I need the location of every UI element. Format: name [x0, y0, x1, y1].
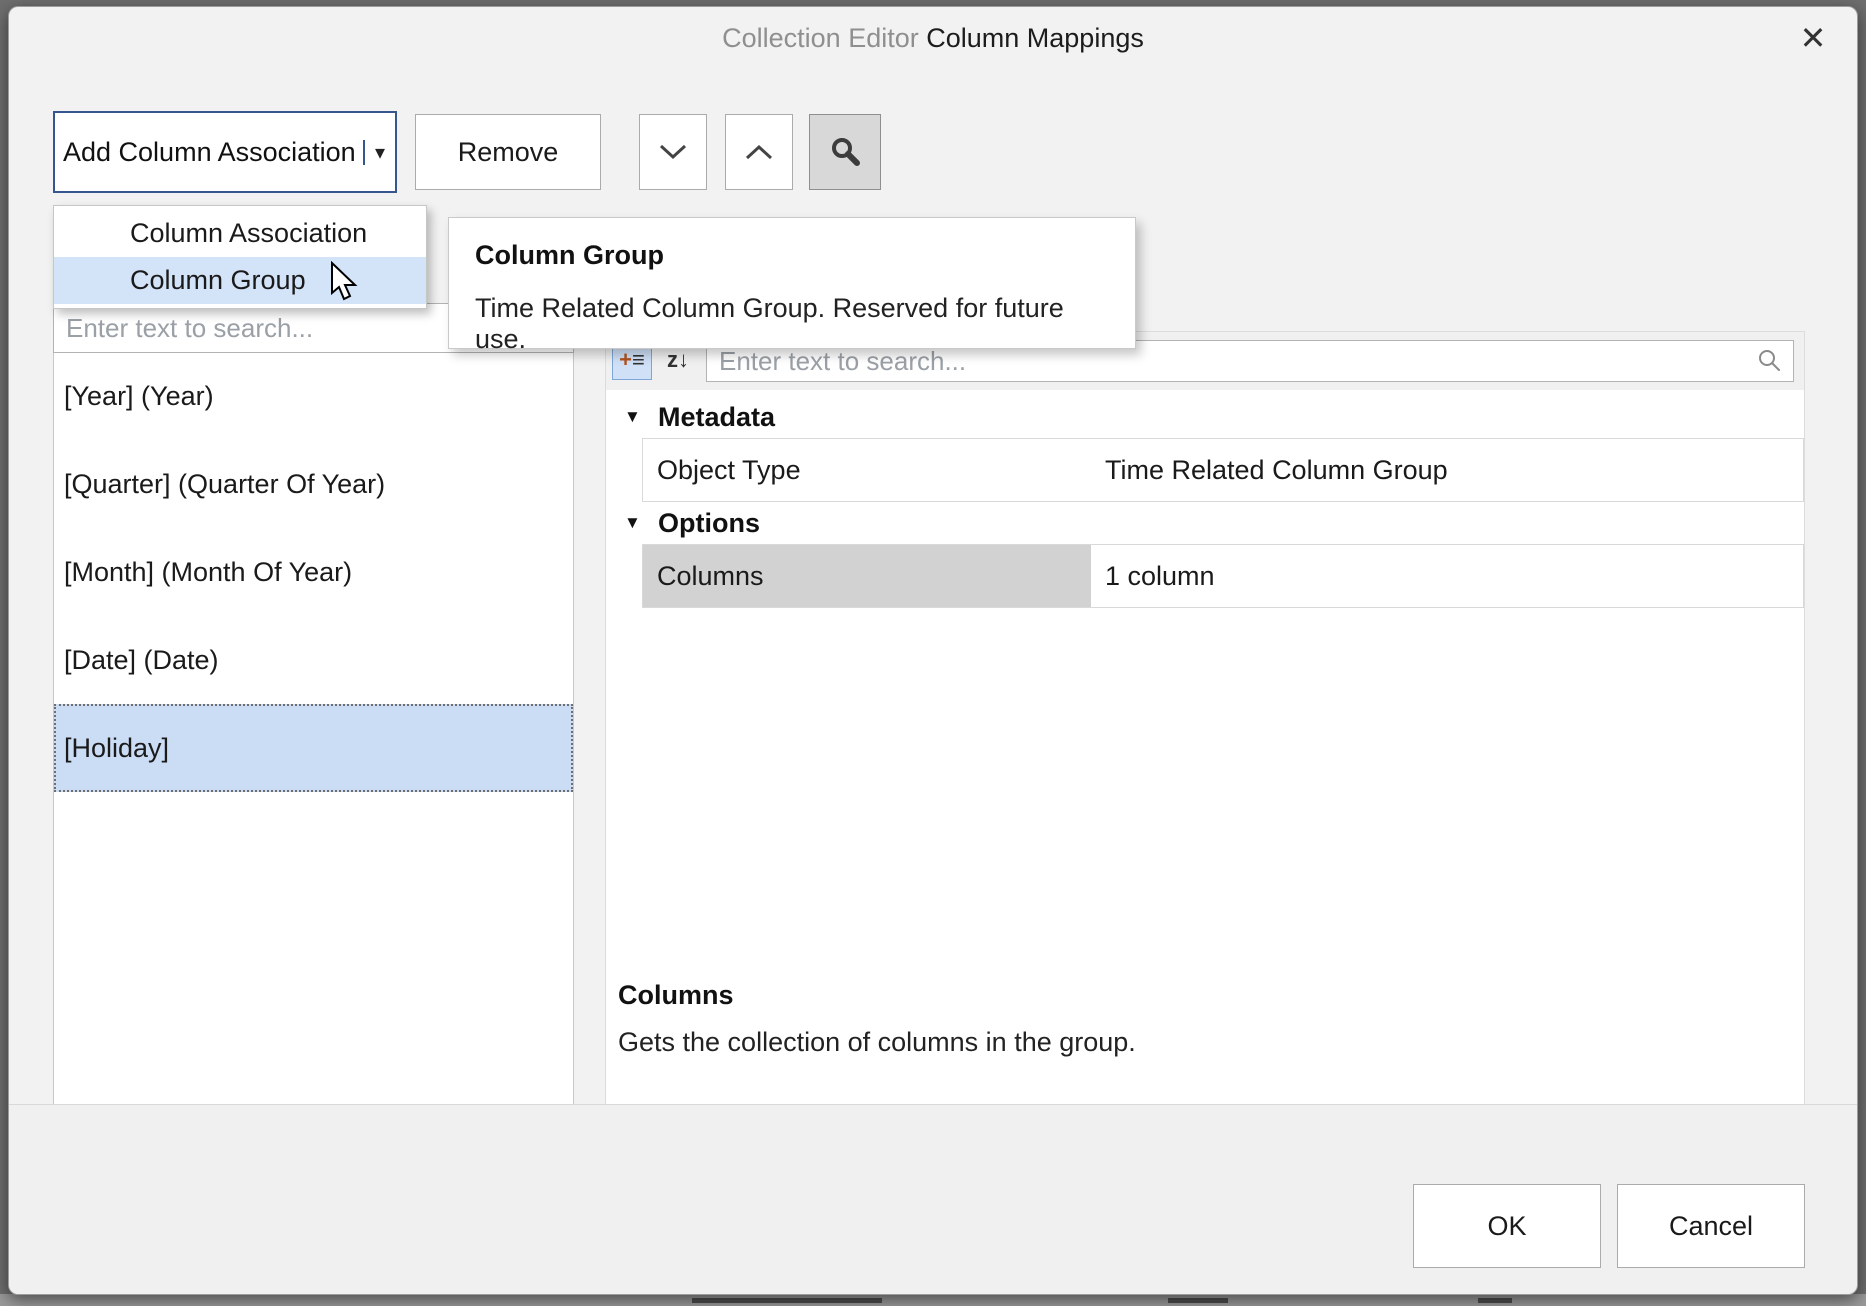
chevron-down-icon	[658, 143, 688, 161]
toggle-search-button[interactable]	[809, 114, 881, 190]
property-name-columns[interactable]: Columns	[642, 544, 1092, 608]
column-mappings-list: [Year] (Year) [Quarter] (Quarter Of Year…	[53, 351, 574, 1106]
property-value-columns[interactable]: 1 column	[1091, 544, 1804, 608]
column-group-tooltip: Column Group Time Related Column Group. …	[448, 217, 1136, 349]
category-options-label: Options	[658, 508, 760, 539]
category-metadata-label: Metadata	[658, 402, 775, 433]
cancel-button[interactable]: Cancel	[1617, 1184, 1805, 1268]
ok-label: OK	[1487, 1211, 1526, 1242]
list-item-month[interactable]: [Month] (Month Of Year)	[54, 528, 573, 616]
dialog-title-main: Column Mappings	[926, 23, 1144, 53]
collapse-triangle-icon[interactable]: ▼	[624, 513, 644, 533]
property-grid: +≡ z↓ ▼ Metadata Object Type Time Relate…	[605, 331, 1805, 1106]
property-row-object-type[interactable]: Object Type Time Related Column Group	[606, 438, 1804, 502]
property-description: Columns Gets the collection of columns i…	[618, 980, 1136, 1058]
menu-item-column-association[interactable]: Column Association	[54, 210, 426, 257]
background-artifact	[692, 1298, 882, 1303]
background-artifact	[1168, 1298, 1228, 1303]
add-column-association-button[interactable]: Add Column Association ▾	[53, 111, 397, 193]
search-icon	[828, 135, 862, 169]
caret-down-icon: ▾	[375, 140, 385, 165]
chevron-up-icon	[744, 143, 774, 161]
list-item-quarter[interactable]: [Quarter] (Quarter Of Year)	[54, 440, 573, 528]
screen: Collection Editor Column Mappings ✕ Add …	[0, 0, 1866, 1306]
category-metadata[interactable]: ▼ Metadata	[606, 396, 1804, 438]
close-button[interactable]: ✕	[1785, 13, 1841, 63]
mouse-cursor-icon	[329, 261, 363, 310]
background-app-strip	[0, 1294, 1866, 1306]
property-name-object-type[interactable]: Object Type	[642, 438, 1092, 502]
property-value-object-type[interactable]: Time Related Column Group	[1091, 438, 1804, 502]
move-down-button[interactable]	[639, 114, 707, 190]
ok-button[interactable]: OK	[1413, 1184, 1601, 1268]
collapse-triangle-icon[interactable]: ▼	[624, 407, 644, 427]
menu-item-column-group[interactable]: Column Group	[54, 257, 426, 304]
background-artifact	[1478, 1298, 1512, 1303]
close-icon: ✕	[1800, 19, 1827, 57]
tooltip-title: Column Group	[475, 240, 1109, 271]
list-item-date[interactable]: [Date] (Date)	[54, 616, 573, 704]
cancel-label: Cancel	[1669, 1211, 1753, 1242]
property-description-title: Columns	[618, 980, 1136, 1011]
property-description-text: Gets the collection of columns in the gr…	[618, 1027, 1136, 1058]
remove-label: Remove	[458, 137, 559, 168]
collection-editor-dialog: Collection Editor Column Mappings ✕ Add …	[8, 6, 1858, 1295]
search-icon	[1756, 348, 1782, 374]
move-up-button[interactable]	[725, 114, 793, 190]
add-dropdown-arrow[interactable]: ▾	[363, 140, 395, 165]
remove-button[interactable]: Remove	[415, 114, 601, 190]
list-item-year[interactable]: [Year] (Year)	[54, 352, 573, 440]
tooltip-text: Time Related Column Group. Reserved for …	[475, 293, 1109, 355]
dialog-title-prefix: Collection Editor	[722, 23, 926, 53]
property-row-columns[interactable]: Columns 1 column	[606, 544, 1804, 608]
category-options[interactable]: ▼ Options	[606, 502, 1804, 544]
title-bar[interactable]: Collection Editor Column Mappings ✕	[9, 7, 1857, 69]
add-dropdown-menu: Column Association Column Group	[53, 205, 427, 309]
list-item-holiday[interactable]: [Holiday]	[54, 704, 573, 792]
add-column-association-label[interactable]: Add Column Association	[55, 137, 363, 168]
dialog-title: Collection Editor Column Mappings	[9, 23, 1857, 54]
